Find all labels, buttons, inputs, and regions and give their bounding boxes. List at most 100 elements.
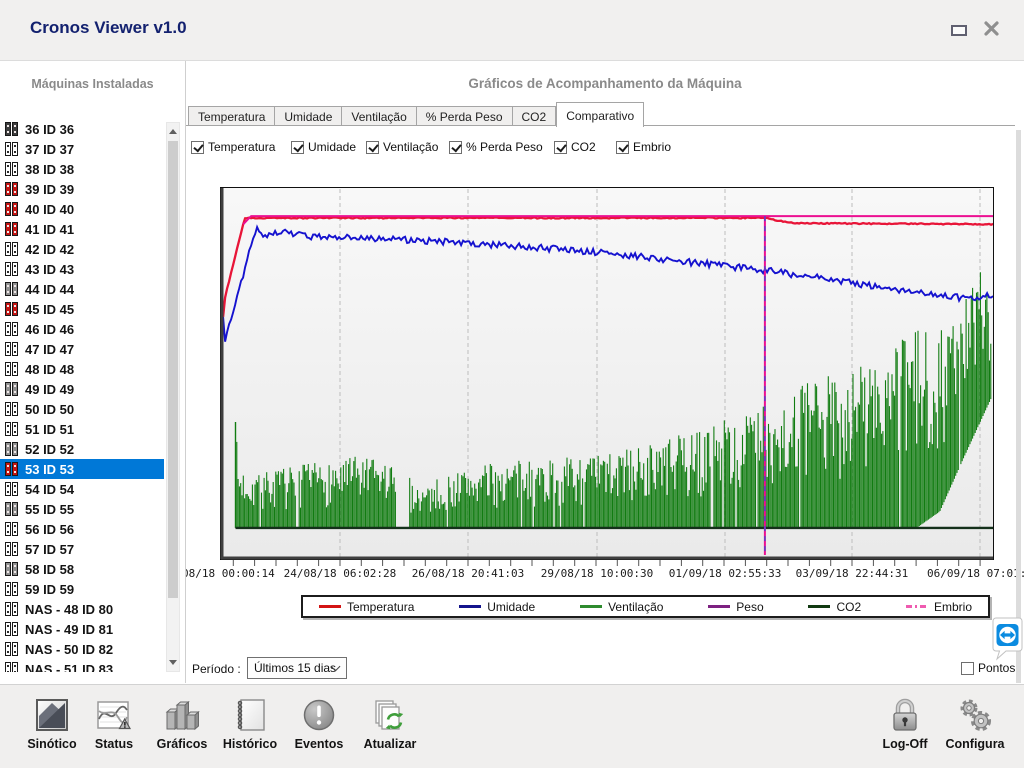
period-select[interactable]: Últimos 15 dias — [247, 657, 347, 679]
toolbar-button-configura[interactable]: Configura — [936, 692, 1014, 751]
toolbar-button-label: Status — [75, 737, 153, 751]
machine-item[interactable]: 47 ID 47 — [0, 339, 164, 359]
app-window: Cronos Viewer v1.0 Máquinas Instaladas 3… — [0, 0, 1024, 768]
machine-status-icon — [5, 342, 18, 356]
scrollbar-up-icon[interactable] — [167, 124, 179, 140]
period-label: Período : — [192, 662, 241, 676]
toolbar-button-status[interactable]: Status — [75, 692, 153, 751]
machine-item[interactable]: 57 ID 57 — [0, 539, 164, 559]
machine-item[interactable]: 53 ID 53 — [0, 459, 164, 479]
machine-status-icon — [5, 302, 18, 316]
legend-label: Embrio — [934, 600, 972, 614]
toolbar-button-atualizar[interactable]: Atualizar — [351, 692, 429, 751]
series-checkbox-ventila-o[interactable]: Ventilação — [366, 140, 438, 154]
close-button[interactable] — [983, 21, 1000, 42]
pontos-label: Pontos — [978, 661, 1015, 675]
machine-label: 58 ID 58 — [25, 562, 74, 577]
machine-label: 43 ID 43 — [25, 262, 74, 277]
machine-item[interactable]: 51 ID 51 — [0, 419, 164, 439]
machine-item[interactable]: 58 ID 58 — [0, 559, 164, 579]
series-checkbox-umidade[interactable]: Umidade — [291, 140, 356, 154]
teamviewer-icon[interactable] — [991, 615, 1023, 661]
machine-item[interactable]: 36 ID 36 — [0, 119, 164, 139]
machine-item[interactable]: 40 ID 40 — [0, 199, 164, 219]
machine-item[interactable]: 43 ID 43 — [0, 259, 164, 279]
x-axis-tick-label: 01/09/18 02:55:33 — [669, 567, 782, 580]
legend-label: CO2 — [836, 600, 861, 614]
minimize-button[interactable] — [951, 22, 967, 41]
x-axis-tick-label: 29/08/18 10:00:30 — [541, 567, 654, 580]
machine-item[interactable]: 41 ID 41 — [0, 219, 164, 239]
machine-label: 45 ID 45 — [25, 302, 74, 317]
toolbar-button-eventos[interactable]: Eventos — [280, 692, 358, 751]
machine-item[interactable]: NAS - 50 ID 82 — [0, 639, 164, 659]
sidebar-scrollbar[interactable] — [166, 122, 180, 672]
machines-sidebar: Máquinas Instaladas 36 ID 3637 ID 3738 I… — [0, 61, 186, 683]
scrollbar-thumb[interactable] — [168, 141, 178, 598]
machine-item[interactable]: NAS - 48 ID 80 — [0, 599, 164, 619]
toolbar-button-log-off[interactable]: Log-Off — [866, 692, 944, 751]
machine-status-icon — [5, 182, 18, 196]
machine-label: NAS - 51 ID 83 — [25, 662, 113, 673]
comparison-chart-plot[interactable] — [220, 187, 994, 568]
x-axis-labels: 08/18 00:00:1424/08/18 06:02:2826/08/18 … — [186, 566, 1024, 584]
machine-status-icon — [5, 482, 18, 496]
machine-item[interactable]: 56 ID 56 — [0, 519, 164, 539]
toolbar-button-hist-rico[interactable]: Histórico — [211, 692, 289, 751]
machine-item[interactable]: 48 ID 48 — [0, 359, 164, 379]
machine-item[interactable]: 45 ID 45 — [0, 299, 164, 319]
machine-item[interactable]: 38 ID 38 — [0, 159, 164, 179]
legend-item-co2: CO2 — [808, 600, 861, 614]
series-checkbox-embrio[interactable]: Embrio — [616, 140, 671, 154]
machine-item[interactable]: 37 ID 37 — [0, 139, 164, 159]
checkbox-label: % Perda Peso — [466, 140, 543, 154]
tab-umidade[interactable]: Umidade — [275, 106, 342, 126]
tab-ventila-o[interactable]: Ventilação — [342, 106, 416, 126]
machine-label: 42 ID 42 — [25, 242, 74, 257]
checkbox-icon — [616, 141, 629, 154]
machine-item[interactable]: 54 ID 54 — [0, 479, 164, 499]
scrollbar-down-icon[interactable] — [167, 654, 179, 670]
tab-temperatura[interactable]: Temperatura — [188, 106, 275, 126]
machine-label: 48 ID 48 — [25, 362, 74, 377]
machine-item[interactable]: 39 ID 39 — [0, 179, 164, 199]
machine-label: 50 ID 50 — [25, 402, 74, 417]
tab-comparativo[interactable]: Comparativo — [556, 102, 644, 127]
machine-label: 55 ID 55 — [25, 502, 74, 517]
series-checkbox-co2[interactable]: CO2 — [554, 140, 596, 154]
legend-swatch — [580, 605, 602, 608]
checkbox-label: Ventilação — [383, 140, 438, 154]
machine-item[interactable]: 50 ID 50 — [0, 399, 164, 419]
machine-item[interactable]: 42 ID 42 — [0, 239, 164, 259]
toolbar-button-gr-ficos[interactable]: Gráficos — [143, 692, 221, 751]
machine-item[interactable]: 46 ID 46 — [0, 319, 164, 339]
tab-co2[interactable]: CO2 — [513, 106, 557, 126]
machine-item[interactable]: 52 ID 52 — [0, 439, 164, 459]
machine-item[interactable]: 55 ID 55 — [0, 499, 164, 519]
machine-status-icon — [5, 282, 18, 296]
refresh-pages-icon — [351, 692, 429, 737]
machine-item[interactable]: 59 ID 59 — [0, 579, 164, 599]
page-title: Gráficos de Acompanhamento da Máquina — [186, 76, 1024, 91]
checkbox-icon — [449, 141, 462, 154]
legend-item-umidade: Umidade — [459, 600, 535, 614]
legend-item-temperatura: Temperatura — [319, 600, 414, 614]
machine-status-icon — [5, 142, 18, 156]
machine-item[interactable]: NAS - 51 ID 83 — [0, 659, 164, 672]
machine-label: 46 ID 46 — [25, 322, 74, 337]
checkbox-icon — [554, 141, 567, 154]
pontos-checkbox[interactable]: Pontos — [961, 661, 1015, 675]
series-checkbox-perda-peso[interactable]: % Perda Peso — [449, 140, 543, 154]
checkbox-label: Umidade — [308, 140, 356, 154]
machine-status-icon — [5, 422, 18, 436]
machine-item[interactable]: NAS - 49 ID 81 — [0, 619, 164, 639]
toolbar-button-label: Eventos — [280, 737, 358, 751]
x-axis-tick-label: 24/08/18 06:02:28 — [284, 567, 397, 580]
tab-perda-peso[interactable]: % Perda Peso — [417, 106, 513, 126]
checkbox-label: Temperatura — [208, 140, 275, 154]
toolbar-button-label: Gráficos — [143, 737, 221, 751]
series-checkbox-temperatura[interactable]: Temperatura — [191, 140, 275, 154]
machine-item[interactable]: 44 ID 44 — [0, 279, 164, 299]
checkbox-icon — [191, 141, 204, 154]
machine-item[interactable]: 49 ID 49 — [0, 379, 164, 399]
